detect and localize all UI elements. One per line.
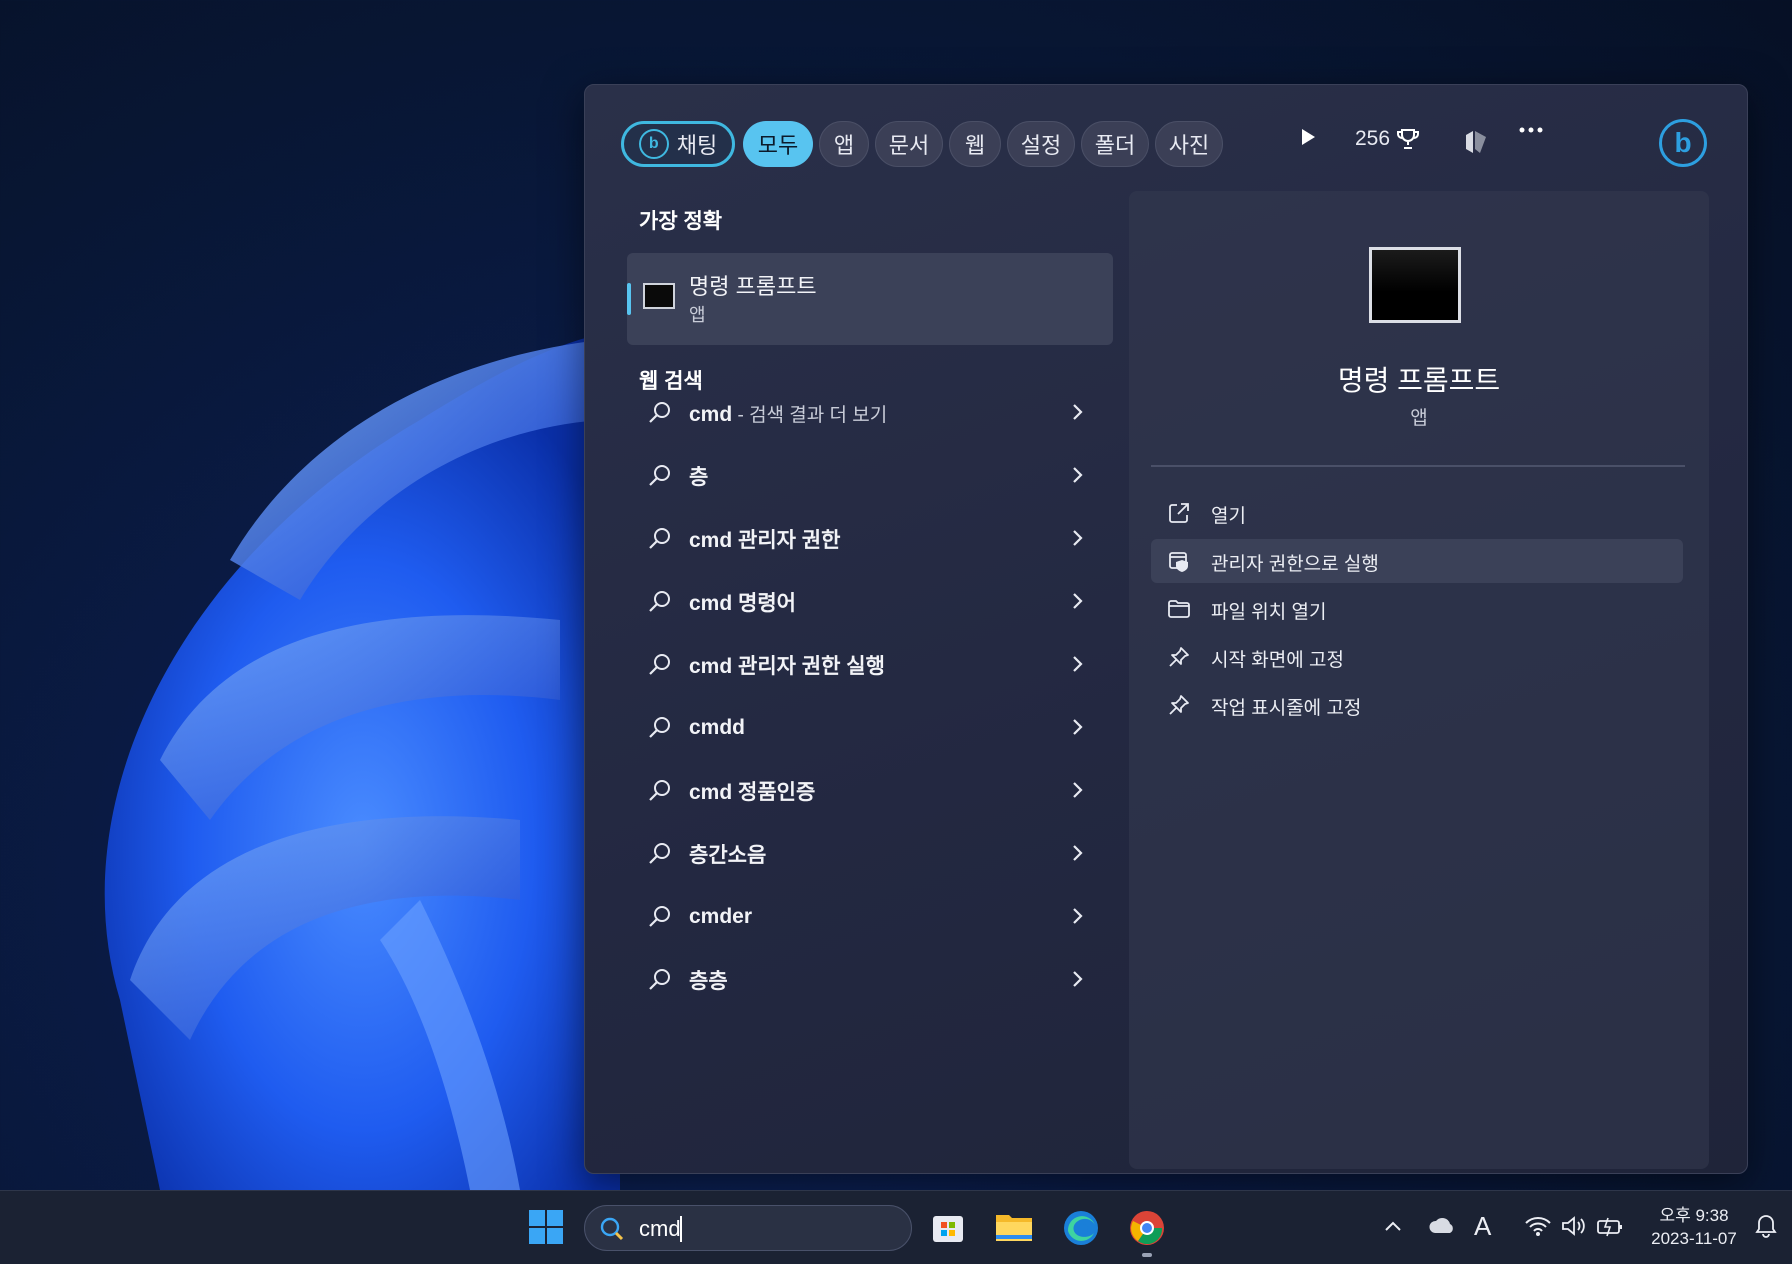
chip-chat[interactable]: b 채팅 [621, 121, 735, 167]
chevron-right-icon [1073, 845, 1083, 861]
file-explorer-icon[interactable] [994, 1209, 1034, 1245]
admin-shield-icon [1169, 552, 1188, 572]
chevron-right-icon [1073, 404, 1083, 420]
search-icon [649, 465, 670, 486]
detail-subtitle: 앱 [1410, 408, 1428, 429]
chevron-up-icon[interactable] [1384, 1219, 1402, 1233]
command-prompt-icon [643, 283, 675, 309]
command-prompt-large-icon [1369, 247, 1461, 323]
onedrive-cloud-icon[interactable] [1428, 1215, 1456, 1237]
search-icon [649, 654, 670, 675]
start-search-panel: b 채팅 모두 앱 문서 웹 설정 폴더 사진 256 b 가장 정확 명령 프… [584, 84, 1748, 1174]
clock-date[interactable]: 2023-11-07 [1644, 1229, 1744, 1249]
web-search-item[interactable]: cmd - 검색 결과 더 보기 [627, 385, 1113, 441]
web-search-item[interactable]: cmder [627, 889, 1113, 945]
open-external-icon [1169, 503, 1189, 523]
more-filters-play-icon[interactable] [1299, 127, 1317, 147]
chevron-right-icon [1073, 908, 1083, 924]
text-caret [680, 1216, 682, 1242]
search-icon [649, 528, 670, 549]
edge-browser-icon[interactable] [1062, 1209, 1100, 1247]
detail-title: 명령 프롬프트 [1337, 365, 1501, 396]
action-pin-to-taskbar[interactable]: 작업 표시줄에 고정 [1151, 683, 1683, 727]
chevron-right-icon [1073, 656, 1083, 672]
search-query: cmd [639, 1216, 681, 1241]
battery-icon[interactable] [1596, 1215, 1624, 1237]
search-icon [649, 717, 670, 738]
folder-icon [1168, 600, 1190, 618]
action-open-file-location[interactable]: 파일 위치 열기 [1151, 587, 1683, 631]
windows-start-icon[interactable] [528, 1209, 564, 1245]
profile-badge-icon[interactable] [1461, 127, 1491, 157]
chevron-right-icon [1073, 971, 1083, 987]
web-search-item[interactable]: cmd 정품인증 [627, 763, 1113, 819]
best-match-title: 명령 프롬프트 [689, 274, 817, 299]
best-match-heading: 가장 정확 [639, 210, 723, 233]
search-icon [600, 1217, 624, 1241]
chip-apps[interactable]: 앱 [819, 121, 869, 167]
search-icon [649, 591, 670, 612]
divider [1151, 465, 1685, 467]
bing-chat-button[interactable]: b [1659, 119, 1707, 167]
rewards-points[interactable]: 256 [1355, 127, 1420, 151]
chevron-right-icon [1073, 782, 1083, 798]
search-icon [649, 906, 670, 927]
chip-folders[interactable]: 폴더 [1081, 121, 1149, 167]
wifi-icon[interactable] [1524, 1215, 1552, 1237]
chip-web[interactable]: 웹 [949, 121, 1001, 167]
chip-settings[interactable]: 설정 [1007, 121, 1075, 167]
microsoft-store-icon[interactable] [930, 1209, 966, 1245]
filter-bar: b 채팅 모두 앱 문서 웹 설정 폴더 사진 256 b [621, 119, 1711, 171]
bing-logo-icon: b [638, 129, 669, 159]
volume-icon[interactable] [1560, 1215, 1588, 1237]
chevron-right-icon [1073, 719, 1083, 735]
input-method-icon[interactable]: A [1474, 1211, 1491, 1242]
bing-logo-icon: b [1674, 127, 1692, 158]
selection-indicator [627, 283, 631, 315]
pin-icon [1169, 695, 1189, 715]
search-icon [649, 402, 670, 423]
more-options-icon[interactable] [1519, 127, 1543, 133]
chip-documents[interactable]: 문서 [875, 121, 943, 167]
web-search-item[interactable]: 층간소음 [627, 826, 1113, 882]
trophy-icon [1397, 129, 1420, 149]
detail-pane: 명령 프롬프트 앱 열기 관리자 권한으로 실행 파일 위치 열기 시작 화면에… [1129, 191, 1709, 1169]
taskbar-search-box[interactable]: cmd [584, 1205, 912, 1251]
web-search-item[interactable]: cmd 관리자 권한 [627, 511, 1113, 567]
action-run-as-admin[interactable]: 관리자 권한으로 실행 [1151, 539, 1683, 583]
chrome-browser-icon[interactable] [1128, 1209, 1166, 1247]
web-search-item[interactable]: 층 [627, 448, 1113, 504]
running-indicator [1142, 1253, 1152, 1257]
chip-all[interactable]: 모두 [743, 121, 813, 167]
best-match-subtitle: 앱 [689, 305, 706, 325]
action-pin-to-start[interactable]: 시작 화면에 고정 [1151, 635, 1683, 679]
search-icon [649, 843, 670, 864]
notification-bell-icon[interactable] [1754, 1213, 1778, 1239]
taskbar: cmd A 오후 9:38 2023-11-07 [0, 1190, 1792, 1264]
chevron-right-icon [1073, 530, 1083, 546]
web-search-item[interactable]: cmd 관리자 권한 실행 [627, 637, 1113, 693]
web-search-item[interactable]: cmd 명령어 [627, 574, 1113, 630]
web-search-item[interactable]: cmdd [627, 700, 1113, 756]
chip-photos[interactable]: 사진 [1155, 121, 1223, 167]
clock-time[interactable]: 오후 9:38 [1644, 1201, 1744, 1226]
chevron-right-icon [1073, 593, 1083, 609]
chevron-right-icon [1073, 467, 1083, 483]
pin-icon [1169, 647, 1189, 667]
web-search-item[interactable]: 층층 [627, 952, 1113, 1008]
action-open[interactable]: 열기 [1151, 491, 1683, 535]
best-match-result[interactable]: 명령 프롬프트 앱 [627, 253, 1113, 345]
search-icon [649, 780, 670, 801]
search-icon [649, 969, 670, 990]
